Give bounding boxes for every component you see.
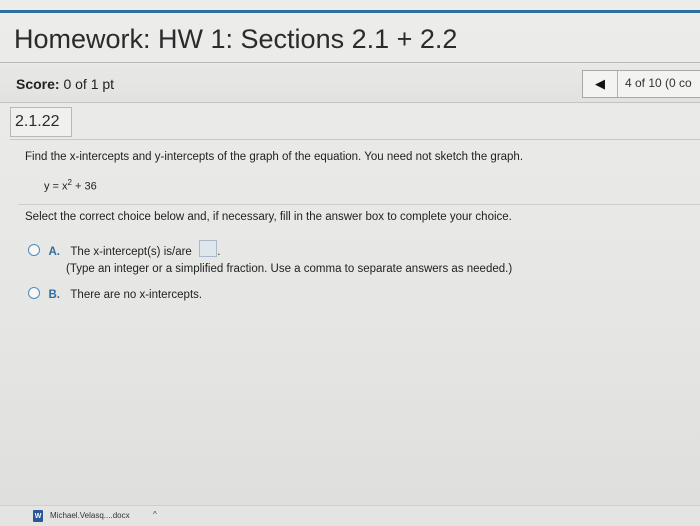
- answer-section-divider: [18, 204, 700, 205]
- title-divider: [0, 62, 700, 63]
- top-accent-line: [0, 10, 700, 13]
- previous-question-button[interactable]: ◀: [583, 71, 618, 97]
- question-number: 2.1.22: [10, 107, 72, 137]
- left-triangle-icon: ◀: [595, 76, 605, 91]
- score-bar: Score: 0 of 1 pt ◀ 4 of 10 (0 co: [0, 64, 700, 103]
- word-document-icon: W: [33, 510, 43, 522]
- question-navigator: ◀ 4 of 10 (0 co: [582, 70, 700, 98]
- question-instructions: Find the x-intercepts and y-intercepts o…: [25, 151, 524, 163]
- score-display: Score: 0 of 1 pt: [16, 76, 114, 92]
- question-count: 4 of 10 (0 co: [625, 76, 692, 90]
- choice-a-text: The x-intercept(s) is/are: [70, 246, 192, 258]
- choice-b-letter: B.: [48, 289, 60, 301]
- score-label: Score:: [16, 76, 60, 92]
- chevron-up-icon[interactable]: ^: [153, 510, 157, 519]
- equation-suffix: + 36: [72, 180, 97, 193]
- x-intercept-answer-box[interactable]: [199, 240, 218, 258]
- choice-b-text: There are no x-intercepts.: [70, 289, 203, 301]
- page-title: Homework: HW 1: Sections 2.1 + 2.2: [14, 24, 458, 54]
- question-divider: [10, 139, 700, 140]
- select-instruction: Select the correct choice below and, if …: [25, 211, 512, 223]
- download-file-name[interactable]: Michael.Velasq....docx: [50, 511, 130, 520]
- score-value: 0 of 1 pt: [63, 76, 115, 92]
- choice-a-radio[interactable]: [28, 243, 40, 256]
- download-bar: W Michael.Velasq....docx ^: [0, 505, 700, 526]
- homework-page: Homework: HW 1: Sections 2.1 + 2.2 Score…: [0, 0, 700, 525]
- choice-a-hint: (Type an integer or a simplified fractio…: [66, 263, 513, 275]
- choice-a-letter: A.: [48, 246, 60, 258]
- equation: y = x2 + 36: [44, 178, 97, 193]
- choice-b-radio[interactable]: [28, 286, 40, 299]
- choice-b[interactable]: B. There are no x-intercepts.: [28, 285, 202, 303]
- choice-a[interactable]: A. The x-intercept(s) is/are .: [28, 240, 221, 260]
- equation-prefix: y = x: [44, 180, 68, 193]
